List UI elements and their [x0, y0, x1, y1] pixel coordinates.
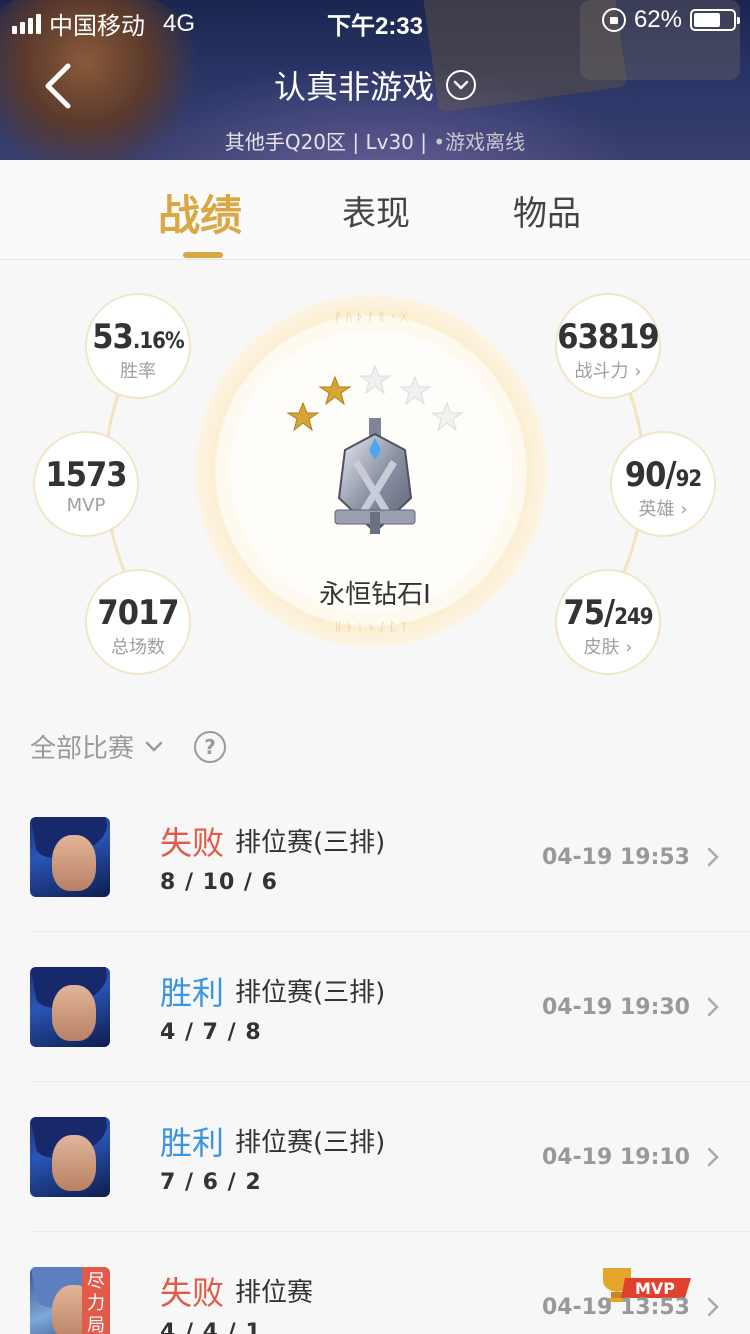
rotation-lock-icon: [601, 8, 626, 32]
star-icon-filled: [318, 375, 352, 406]
heroes-owned: 90/: [624, 455, 677, 495]
chevron-right-icon: ›: [628, 361, 642, 382]
match-row[interactable]: 失败 排位赛(三排) 8 / 10 / 6 04-19 19:53: [30, 782, 750, 932]
stat-mvp: 1573 MVP: [33, 431, 139, 537]
match-row[interactable]: 尽力局 失败 排位赛 4 / 4 / 1 MVP 04-19 13:53: [30, 1232, 750, 1334]
match-tag: 尽力局: [82, 1267, 110, 1334]
active-tab-indicator: [183, 252, 223, 258]
stat-win-rate: 53.16% 胜率: [85, 293, 191, 399]
win-rate-value: 53: [92, 317, 134, 357]
filter-label: 全部比赛: [30, 734, 135, 764]
battery-percent: 62%: [633, 6, 682, 33]
tab-record[interactable]: 战绩: [158, 182, 242, 243]
chevron-right-icon: ›: [619, 637, 633, 658]
mvp-label: MVP: [66, 495, 106, 516]
total-games-label: 总场数: [111, 637, 165, 658]
match-result: 失败: [160, 824, 225, 862]
match-time: 04-19 13:53: [541, 1295, 690, 1320]
player-subtitle: 其他手Q20区 | Lv30 | •游戏离线: [0, 126, 750, 155]
match-result: 胜利: [160, 1124, 225, 1162]
chevron-right-icon: [707, 997, 719, 1017]
match-mode: 排位赛(三排): [235, 978, 386, 1008]
status-bar: 中国移动 4G 下午2:33 62%: [0, 0, 750, 40]
star-icon-empty: [398, 375, 432, 406]
stat-heroes[interactable]: 90/92 英雄 ›: [610, 431, 716, 537]
profile-header: 中国移动 4G 下午2:33 62% 认真非游戏 其他手Q20区 | Lv30 …: [0, 0, 750, 160]
player-name-switcher[interactable]: 认真非游戏: [0, 62, 750, 108]
chevron-right-icon: [707, 1297, 719, 1317]
match-row[interactable]: 胜利 排位赛(三排) 7 / 6 / 2 04-19 19:10: [30, 1082, 750, 1232]
match-kda: 7 / 6 / 2: [160, 1170, 262, 1195]
help-icon[interactable]: ?: [194, 730, 227, 763]
match-time: 04-19 19:30: [541, 995, 690, 1020]
skins-label: 皮肤: [583, 637, 620, 658]
chevron-right-icon: ›: [674, 499, 688, 520]
power-label: 战斗力: [574, 361, 629, 382]
hero-avatar: [30, 967, 110, 1047]
battery-icon: [690, 9, 740, 31]
match-time: 04-19 19:53: [541, 845, 690, 870]
match-mode: 排位赛(三排): [235, 1128, 386, 1158]
stats-panel: 53.16% 胜率 1573 MVP 7017 总场数 63819 战斗力 › …: [0, 261, 750, 701]
match-kda: 8 / 10 / 6: [160, 870, 278, 895]
match-kda: 4 / 4 / 1: [160, 1320, 262, 1334]
rank-emblem-icon: [334, 418, 416, 534]
power-value: 63819: [557, 317, 659, 357]
win-rate-decimal: .16%: [132, 329, 185, 354]
chevron-down-icon: [446, 70, 476, 100]
server-level: 其他手Q20区 | Lv30 |: [224, 130, 434, 154]
hero-avatar: [30, 1117, 110, 1197]
tab-bar: 战绩 表现 物品: [0, 160, 750, 260]
heroes-label: 英雄: [638, 499, 675, 520]
star-icon-empty: [430, 401, 464, 432]
svg-text:ᚠ ᚢ ᚦ ᚨ ᚱ ᚲ ᚷ: ᚠ ᚢ ᚦ ᚨ ᚱ ᚲ ᚷ: [334, 310, 407, 324]
chevron-down-icon: [145, 741, 163, 752]
match-kda: 4 / 7 / 8: [160, 1020, 262, 1045]
rank-name: 永恒钻石I: [319, 580, 431, 610]
chevron-right-icon: [707, 847, 719, 867]
match-mode: 排位赛: [235, 1278, 314, 1308]
match-mode: 排位赛(三排): [235, 828, 386, 858]
match-row[interactable]: 胜利 排位赛(三排) 4 / 7 / 8 04-19 19:30: [30, 932, 750, 1082]
win-rate-label: 胜率: [120, 361, 156, 382]
match-result: 胜利: [160, 974, 225, 1012]
match-filter[interactable]: 全部比赛 ?: [30, 728, 227, 765]
hero-avatar: 尽力局: [30, 1267, 110, 1334]
hero-avatar: [30, 817, 110, 897]
stat-power[interactable]: 63819 战斗力 ›: [555, 293, 661, 399]
heroes-total: 92: [675, 467, 703, 492]
star-icon-filled: [286, 401, 320, 432]
match-list: 失败 排位赛(三排) 8 / 10 / 6 04-19 19:53 胜利 排位赛…: [0, 782, 750, 1334]
tab-items[interactable]: 物品: [513, 186, 581, 235]
mvp-count: 1573: [45, 455, 127, 495]
match-result: 失败: [160, 1274, 225, 1312]
chevron-right-icon: [707, 1147, 719, 1167]
match-time: 04-19 19:10: [541, 1145, 690, 1170]
svg-text:ᚺ ᚾ ᛁ ᛃ ᛇ ᛈ ᛉ: ᚺ ᚾ ᛁ ᛃ ᛇ ᛈ ᛉ: [334, 620, 407, 634]
tab-performance[interactable]: 表现: [342, 186, 410, 235]
player-name: 认真非游戏: [273, 68, 434, 106]
online-status: •游戏离线: [433, 130, 526, 154]
star-icon-empty: [358, 364, 392, 395]
